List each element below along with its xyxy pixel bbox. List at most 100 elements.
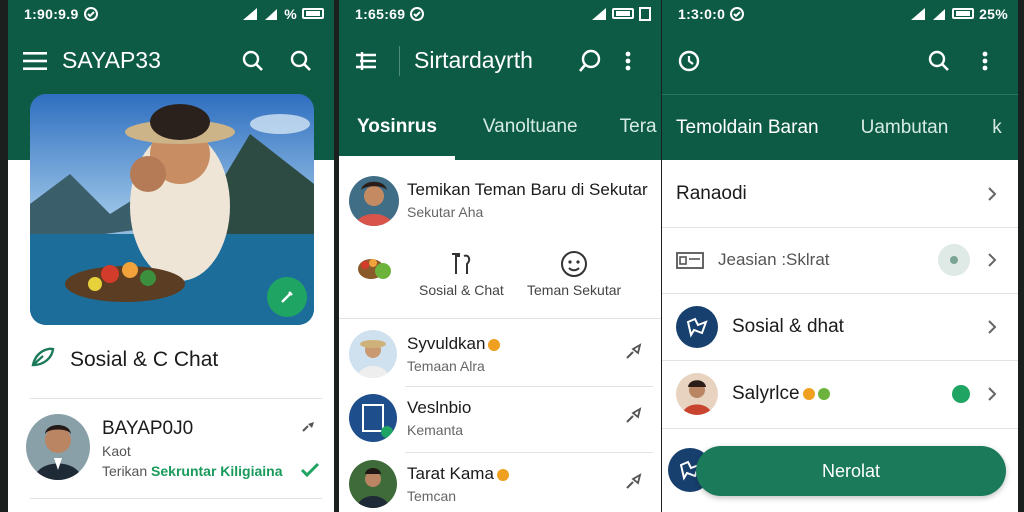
notification-icon [83, 6, 98, 21]
app-bar: Sirtardayrth [339, 27, 661, 94]
last-message: Terikan Sekruntar Kiligiaina [102, 463, 283, 479]
avatar [349, 460, 397, 508]
app-bar [662, 27, 1018, 94]
pin-icon[interactable] [625, 406, 645, 429]
status-bar: 1:90:9.9 % [8, 0, 334, 27]
tab-bar: Yosinrus Vanoltuane Tera [339, 94, 661, 160]
menu-icon[interactable] [16, 42, 54, 80]
avatar [349, 394, 397, 442]
tab-label: Vanoltuane [482, 116, 578, 137]
section-heading: Sosial & C Chat [30, 346, 218, 374]
emoji-icon [802, 387, 815, 400]
avatar [676, 373, 718, 415]
chevron-right-icon [984, 186, 1000, 202]
chevron-right-icon [984, 386, 1000, 402]
more-vert-icon[interactable] [609, 42, 647, 80]
primary-action-button[interactable]: Nerolat [696, 446, 1006, 496]
tab-label: k [992, 116, 1002, 138]
signal-icon [910, 7, 926, 21]
tab-temoldain[interactable]: Temoldain Baran [662, 95, 837, 161]
emoji-icon [817, 387, 830, 400]
chat-row[interactable]: Veslnbio Kemanta [349, 388, 653, 450]
message-highlight: Sekruntar Kiligiaina [151, 463, 283, 479]
menu-row[interactable]: Jeasian :Sklrat [662, 227, 1018, 293]
tab-more[interactable]: k [974, 95, 1018, 161]
more-vert-icon[interactable] [966, 42, 1004, 80]
menu-row[interactable]: Salyrlce [662, 361, 1018, 427]
tab-yosinrus[interactable]: Yosinrus [339, 94, 455, 160]
check-icon [300, 462, 320, 483]
chat-search-icon[interactable] [571, 42, 609, 80]
app-logo-icon[interactable] [670, 42, 708, 80]
social-icon [676, 306, 718, 348]
feature-item[interactable]: Teman Sekutar [527, 246, 621, 298]
divider [405, 452, 653, 453]
divider [30, 498, 322, 499]
badge-icon [938, 244, 970, 276]
chat-row[interactable]: Syvuldkan Temaan Alra [349, 324, 653, 386]
screen: 1:90:9.9 % SAYAP33 Sosial & C Chat BAYAP… [0, 0, 1024, 512]
contact-subtitle: Kaot [102, 443, 131, 459]
avatar [349, 330, 397, 378]
settings-icon [639, 6, 651, 21]
tab-label: Temoldain Baran [676, 116, 819, 138]
chat-name: Syvuldkan [407, 334, 501, 354]
status-time: 1:3:0:0 [678, 5, 726, 22]
app-bar: SAYAP33 [8, 27, 334, 94]
emoji-icon [496, 468, 509, 481]
phone-screen-2: 1:65:69 Sirtardayrth Yosinrus Vanoltuane… [339, 0, 661, 512]
online-status-dot [952, 385, 970, 403]
discover-card[interactable]: Temikan Teman Baru di Sekutar Sekutar Ah… [349, 170, 653, 230]
chat-subtitle: Kemanta [407, 422, 464, 438]
chat-name: Veslnbio [407, 398, 472, 417]
tab-label: Yosinrus [357, 116, 437, 137]
chat-name: Tarat Kama [407, 464, 509, 484]
back-icon[interactable] [347, 42, 385, 80]
battery-icon [952, 8, 975, 19]
pin-icon[interactable] [300, 418, 320, 439]
menu-row[interactable]: Sosial & dhat [662, 294, 1018, 360]
emoji-icon [488, 338, 501, 351]
contact-row[interactable]: BAYAP0J0 Kaot Terikan Sekruntar Kiligiai… [26, 412, 322, 488]
battery-text: % [284, 5, 297, 22]
discover-subtitle: Sekutar Aha [407, 204, 484, 220]
feature-item[interactable]: Sosial & Chat [419, 246, 504, 298]
contact-name: BAYAP0J0 [102, 418, 194, 439]
chat-name-text: Syvuldkan [407, 334, 486, 353]
feature-item[interactable] [355, 246, 393, 282]
chat-name-text: Tarat Kama [407, 464, 494, 483]
edit-fab-button[interactable] [267, 277, 307, 317]
tab-label: Uambutan [860, 116, 949, 138]
wifi-icon [263, 7, 279, 21]
menu-row[interactable]: Ranaodi [662, 161, 1018, 227]
message-prefix: Terikan [102, 463, 148, 479]
notification-icon [730, 6, 745, 21]
avatar [349, 176, 399, 226]
pin-icon[interactable] [625, 472, 645, 495]
status-time: 1:65:69 [355, 5, 406, 22]
chevron-right-icon [984, 252, 1000, 268]
leaf-icon [30, 346, 56, 374]
search-icon[interactable] [234, 42, 272, 80]
chat-row[interactable]: Tarat Kama Temcan [349, 454, 653, 512]
pin-icon[interactable] [625, 342, 645, 365]
status-bar: 1:65:69 [339, 0, 661, 27]
tab-vanoltuane[interactable]: Vanoltuane [465, 94, 596, 160]
appbar-divider [399, 45, 400, 76]
tab-tera[interactable]: Tera [602, 94, 661, 160]
chat-icon [419, 246, 504, 282]
battery-icon [612, 8, 634, 19]
menu-row-label: Jeasian :Sklrat [718, 250, 830, 269]
notification-icon [410, 6, 425, 21]
feature-label: Teman Sekutar [527, 282, 622, 298]
chat-subtitle: Temcan [407, 488, 457, 504]
search-icon[interactable] [282, 42, 320, 80]
section-title-text: Sosial & C Chat [70, 348, 219, 371]
face-icon [527, 246, 621, 282]
signal-icon [242, 7, 258, 21]
search-icon[interactable] [920, 42, 958, 80]
tab-uambutan[interactable]: Uambutan [843, 95, 967, 161]
wifi-icon [931, 7, 947, 21]
signal-icon [591, 7, 607, 21]
app-title: Sirtardayrth [414, 47, 533, 73]
